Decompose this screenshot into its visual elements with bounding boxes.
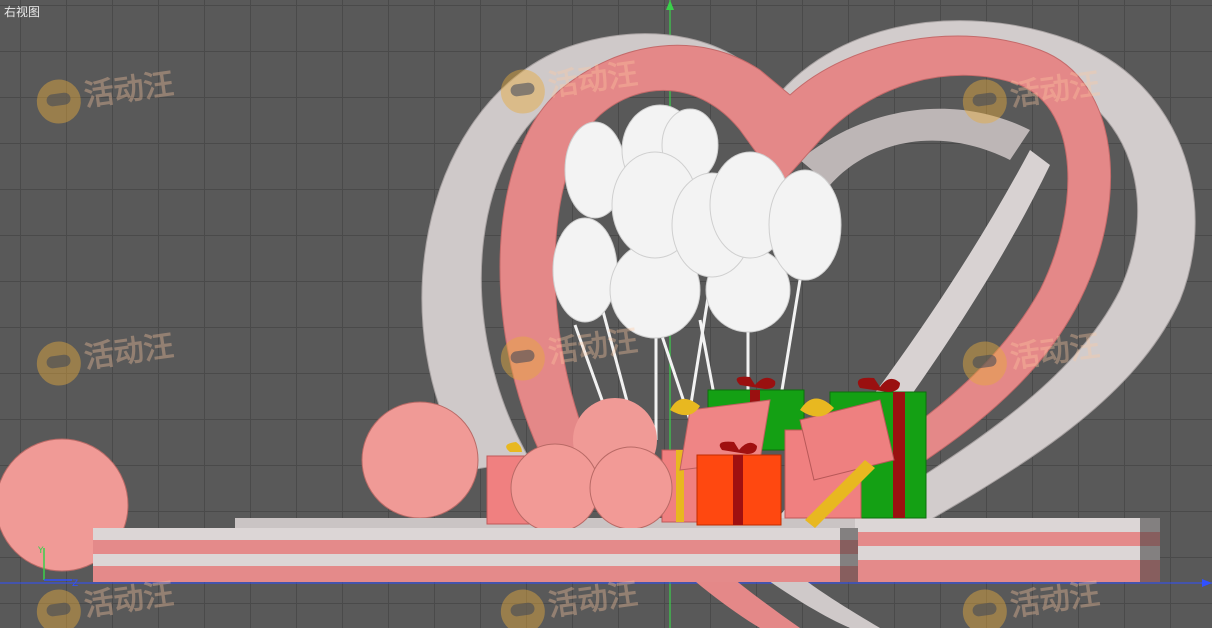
stage-strip: [855, 518, 1160, 532]
view-name-label[interactable]: 右视图: [4, 3, 40, 20]
watermark-logo-icon: [497, 66, 548, 116]
pink-sphere-front-right: [589, 446, 673, 530]
stage-back-edge-shadow: [1140, 518, 1160, 582]
watermark-logo-icon: [33, 338, 84, 388]
watermark-logo-icon: [959, 338, 1010, 388]
y-axis-arrow: [666, 0, 674, 10]
stage-front-strip: [93, 528, 858, 540]
stage-front-strip: [93, 566, 858, 582]
watermark-logo-icon: [33, 76, 84, 126]
watermark-logo-icon: [959, 586, 1010, 628]
stage-front-edge-shadow: [840, 528, 858, 582]
stage-strip: [855, 560, 1160, 582]
stage-strip: [855, 532, 1160, 546]
watermark-logo-icon: [497, 333, 548, 383]
stage-strip: [855, 546, 1160, 560]
gift-bow-darkred: [736, 376, 776, 389]
stage-front-strip: [93, 554, 858, 566]
viewport-right-view[interactable]: 右视图 Y Z 活动汪 活动汪 活动汪 活动汪 活动汪 活动汪 活动汪 活动汪 …: [0, 0, 1212, 628]
watermark-logo-icon: [33, 586, 84, 628]
stage-front-strip: [93, 540, 858, 554]
pink-sphere-front-left: [510, 443, 600, 533]
pink-sphere-mid: [361, 401, 479, 519]
watermark-logo-icon: [959, 76, 1010, 126]
gift-ribbon: [893, 392, 905, 518]
watermark-logo-icon: [497, 586, 548, 628]
balloon: [768, 169, 842, 281]
balloon: [552, 217, 618, 323]
x-axis-arrow: [1202, 579, 1212, 587]
gift-ribbon: [733, 455, 743, 525]
gift-bow-darkred: [857, 377, 900, 392]
svg-text:Y: Y: [37, 546, 44, 556]
